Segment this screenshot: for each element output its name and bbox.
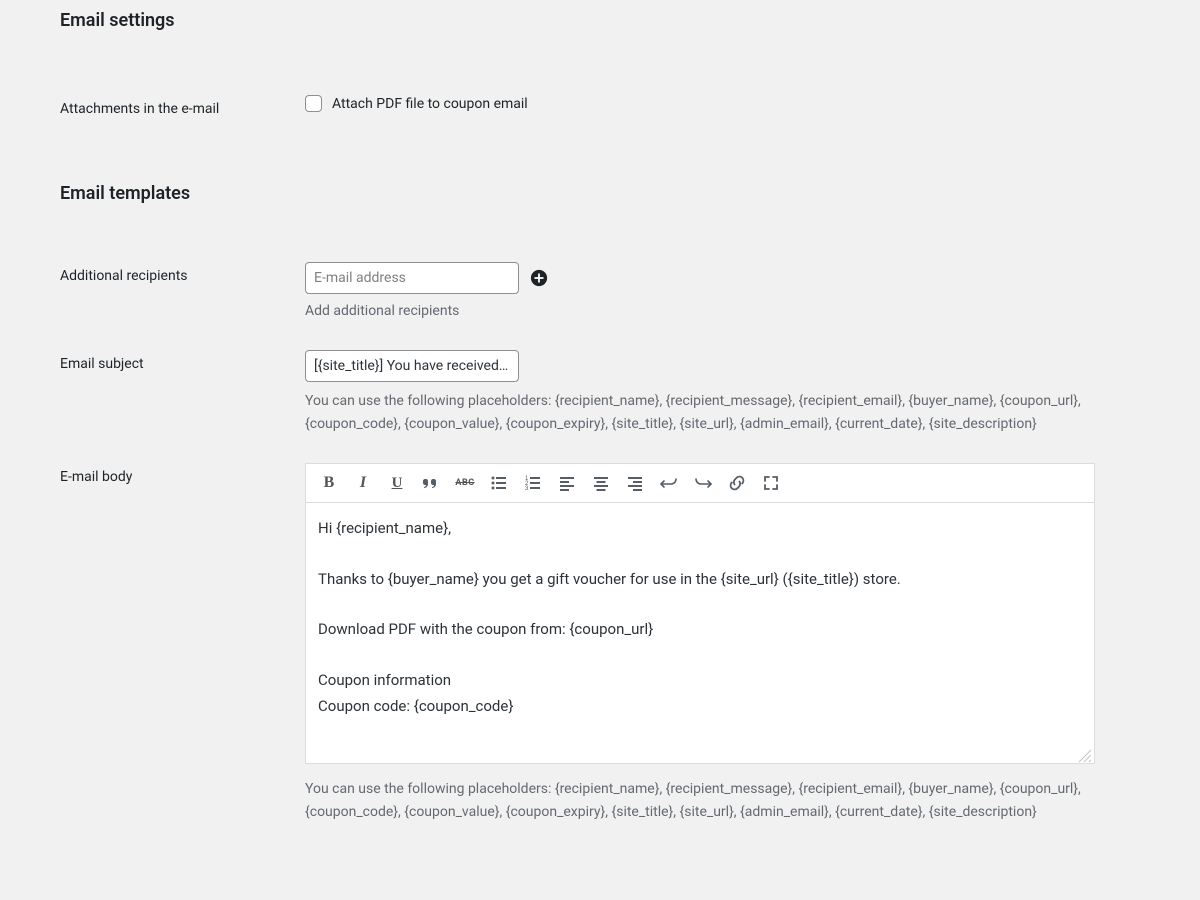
email-subject-help: You can use the following placeholders: … [305, 390, 1085, 435]
email-body-label: E-mail body [60, 463, 305, 485]
toolbar-redo-button[interactable] [686, 468, 720, 498]
toolbar-align-left-button[interactable] [550, 468, 584, 498]
attachments-label: Attachments in the e-mail [60, 95, 305, 117]
body-line: Thanks to {buyer_name} you get a gift vo… [318, 568, 1082, 591]
body-line: Download PDF with the coupon from: {coup… [318, 618, 1082, 641]
email-body-editor: B I U ABC 123 [305, 463, 1095, 764]
body-line: Hi {recipient_name}, [318, 517, 1082, 540]
email-templates-heading: Email templates [60, 173, 1170, 212]
email-subject-input[interactable] [305, 350, 519, 382]
email-settings-heading: Email settings [60, 0, 1170, 39]
attach-pdf-checkbox-label: Attach PDF file to coupon email [332, 96, 528, 112]
resize-handle-icon[interactable] [1078, 747, 1092, 761]
toolbar-strikethrough-button[interactable]: ABC [448, 468, 482, 498]
toolbar-underline-button[interactable]: U [380, 468, 414, 498]
additional-recipients-label: Additional recipients [60, 262, 305, 284]
toolbar-align-right-button[interactable] [618, 468, 652, 498]
toolbar-fullscreen-button[interactable] [754, 468, 788, 498]
toolbar-numbered-list-button[interactable]: 123 [516, 468, 550, 498]
toolbar-undo-button[interactable] [652, 468, 686, 498]
email-body-help: You can use the following placeholders: … [305, 778, 1085, 823]
recipient-email-input[interactable] [305, 262, 519, 294]
editor-toolbar: B I U ABC 123 [305, 463, 1095, 503]
email-subject-label: Email subject [60, 350, 305, 372]
toolbar-bold-button[interactable]: B [312, 468, 346, 498]
toolbar-italic-button[interactable]: I [346, 468, 380, 498]
toolbar-link-button[interactable] [720, 468, 754, 498]
body-line: Coupon information [318, 669, 1082, 692]
add-recipient-icon[interactable] [529, 268, 549, 288]
svg-text:3: 3 [525, 486, 529, 492]
attach-pdf-checkbox[interactable] [305, 95, 322, 112]
email-body-textarea[interactable]: Hi {recipient_name}, Thanks to {buyer_na… [305, 503, 1095, 764]
toolbar-align-center-button[interactable] [584, 468, 618, 498]
additional-recipients-help: Add additional recipients [305, 300, 1085, 322]
toolbar-bullet-list-button[interactable] [482, 468, 516, 498]
body-line: Coupon code: {coupon_code} [318, 695, 1082, 718]
toolbar-blockquote-button[interactable] [414, 468, 448, 498]
